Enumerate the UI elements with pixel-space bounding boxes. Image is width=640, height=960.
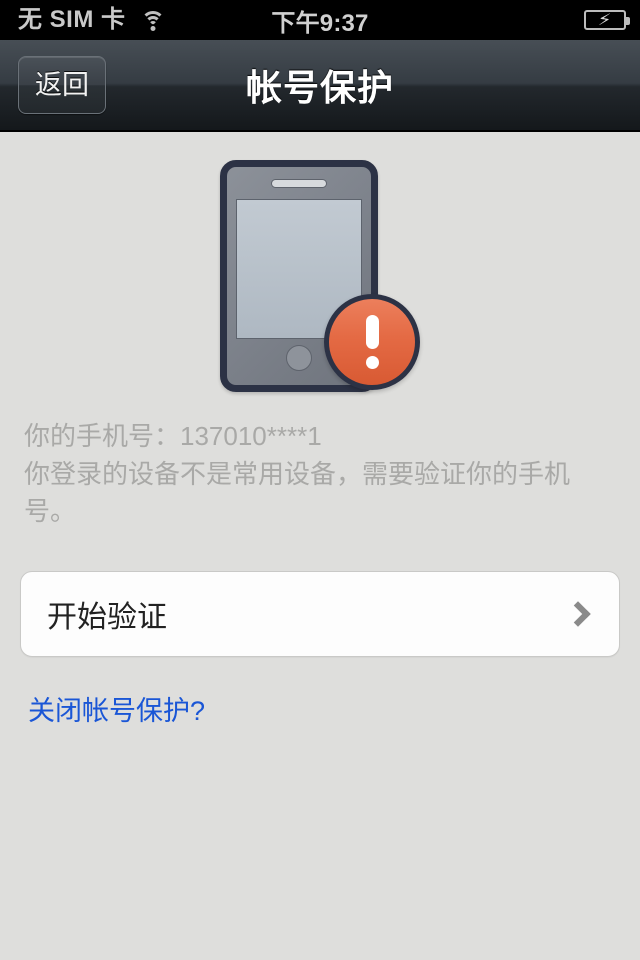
content-area: 你的手机号：137010****1 你登录的设备不是常用设备，需要验证你的手机号… [0, 132, 640, 728]
start-verification-cell[interactable]: 开始验证 [20, 571, 620, 658]
battery-charging-icon: ⚡ [584, 10, 630, 30]
back-button[interactable]: 返回 [18, 56, 106, 114]
phone-speaker [271, 179, 327, 188]
start-verification-label: 开始验证 [47, 601, 167, 635]
link-row: 关闭帐号保护? [28, 689, 640, 728]
clock-label: 下午9:37 [271, 9, 369, 37]
status-bar-left: 无 SIM 卡 [0, 0, 166, 40]
disable-account-protection-link[interactable]: 关闭帐号保护? [28, 696, 205, 726]
carrier-label: 无 SIM 卡 [18, 6, 126, 33]
exclamation-dot [365, 356, 379, 369]
exclamation-stem [365, 315, 379, 349]
page-title: 帐号保护 [245, 67, 394, 108]
hero-section [0, 160, 640, 410]
status-bar-right: ⚡ [584, 10, 640, 30]
status-bar: 无 SIM 卡 下午9:37 ⚡ [0, 0, 640, 40]
description-label: 你登录的设备不是常用设备，需要验证你的手机号。 [24, 458, 571, 527]
phone-with-alert-illustration [220, 160, 420, 400]
info-text-block: 你的手机号：137010****1 你登录的设备不是常用设备，需要验证你的手机号… [0, 418, 640, 531]
back-button-label: 返回 [35, 69, 89, 100]
phone-home-button [286, 345, 312, 371]
wifi-icon [140, 10, 166, 32]
bolt-glyph: ⚡ [597, 10, 613, 29]
chevron-right-icon [565, 601, 591, 627]
phone-number-label: 你的手机号：137010****1 [24, 421, 322, 451]
nav-bar: 返回 帐号保护 [0, 40, 640, 132]
exclamation-icon [324, 294, 420, 390]
